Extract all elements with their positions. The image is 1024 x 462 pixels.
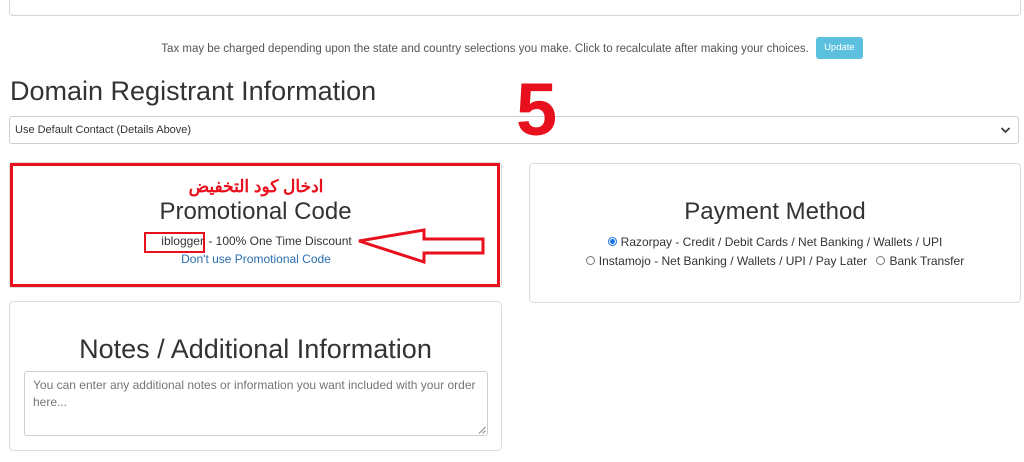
registrant-contact-select[interactable]: Use Default Contact (Details Above) <box>9 116 1019 144</box>
previous-section-box <box>9 0 1021 16</box>
payment-option-label: Instamojo - Net Banking / Wallets / UPI … <box>598 254 868 268</box>
tax-notice: Tax may be charged depending upon the st… <box>0 37 1024 60</box>
payment-option-instamojo[interactable]: Instamojo - Net Banking / Wallets / UPI … <box>585 252 868 271</box>
tax-notice-text: Tax may be charged depending upon the st… <box>161 43 809 56</box>
registrant-contact-value: Use Default Contact (Details Above) <box>15 124 192 136</box>
step-number-annotation: 5 <box>516 68 558 151</box>
radio-unchecked-icon[interactable] <box>585 256 595 266</box>
promo-discount-text: - 100% One Time Discount <box>204 234 352 248</box>
payment-option-label: Razorpay - Credit / Debit Cards / Net Ba… <box>620 235 943 249</box>
notes-textarea[interactable] <box>24 371 488 436</box>
payment-option-razorpay[interactable]: Razorpay - Credit / Debit Cards / Net Ba… <box>607 233 943 252</box>
payment-options: Razorpay - Credit / Debit Cards / Net Ba… <box>529 233 1021 271</box>
radio-unchecked-icon[interactable] <box>876 256 886 266</box>
promo-code-highlight <box>144 232 205 253</box>
domain-registrant-title: Domain Registrant Information <box>10 76 377 106</box>
radio-checked-icon[interactable] <box>607 237 617 247</box>
resize-grip-icon[interactable] <box>478 426 486 434</box>
payment-method-title: Payment Method <box>684 198 866 225</box>
chevron-down-icon <box>1000 121 1011 144</box>
arrow-left-icon <box>358 228 485 265</box>
arabic-annotation: ادخال كود التخفيض <box>188 177 324 196</box>
payment-option-label: Bank Transfer <box>889 254 965 268</box>
payment-option-bank-transfer[interactable]: Bank Transfer <box>876 252 964 271</box>
notes-title: Notes / Additional Information <box>79 334 432 364</box>
update-button[interactable]: Update <box>816 37 863 59</box>
